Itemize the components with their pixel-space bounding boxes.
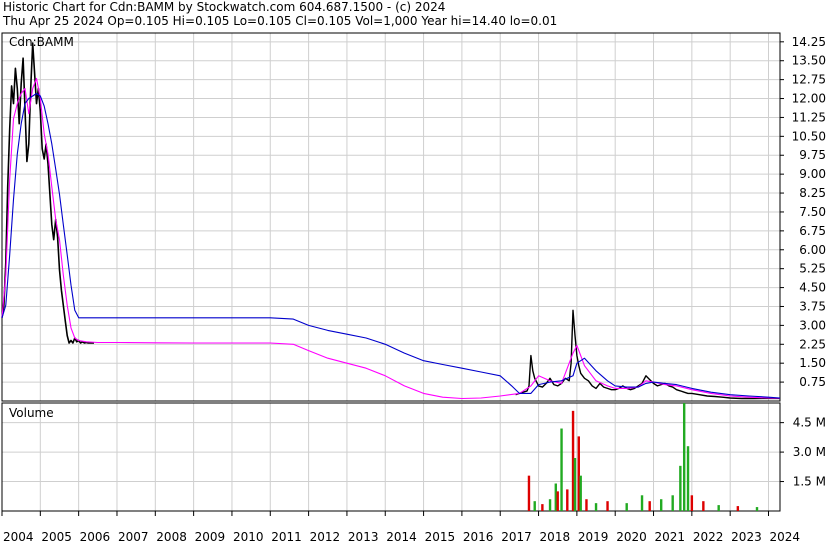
x-label-2024: 2024: [770, 530, 801, 543]
volume-bar-3: [548, 499, 552, 511]
price-panel-title: Cdn:BAMM: [9, 35, 74, 49]
x-label-2011: 2011: [271, 530, 302, 543]
volume-bar-17: [648, 501, 651, 511]
volume-bar-20: [679, 465, 682, 511]
price-axis-labels: 14.25 13.50 12.75 12.00 11.25 10.50 9.75 9.00 8.…: [780, 35, 826, 389]
y-label-0.75: 0.75: [799, 375, 826, 389]
volume-bar-0: [527, 475, 531, 511]
series-ma_short: [1, 77, 781, 400]
y-label-4.50: 4.50: [799, 281, 826, 295]
x-label-2006: 2006: [80, 530, 111, 543]
x-label-2016: 2016: [463, 530, 494, 543]
price-panel-frame: [1, 32, 781, 402]
x-label-2004: 2004: [3, 530, 34, 543]
vol-label-4.5 M: 4.5 M: [793, 416, 826, 430]
x-label-2015: 2015: [425, 530, 456, 543]
x-label-2012: 2012: [310, 530, 341, 543]
volume-bar-18: [659, 499, 663, 511]
x-label-2005: 2005: [41, 530, 72, 543]
horizontal-grid: [2, 41, 780, 483]
series-ma_long: [1, 92, 781, 399]
volume-axis-labels: 4.5 M 3.0 M 1.5 M: [780, 416, 826, 489]
volume-bar-19: [671, 495, 674, 511]
y-label-8.25: 8.25: [799, 186, 826, 200]
volume-bar-11: [579, 475, 582, 511]
y-label-6.75: 6.75: [799, 224, 826, 238]
y-label-11.25: 11.25: [792, 110, 826, 124]
y-label-13.50: 13.50: [792, 54, 826, 68]
volume-panel-frame: [1, 402, 781, 512]
x-label-2021: 2021: [655, 530, 686, 543]
y-label-14.25: 14.25: [792, 35, 826, 49]
x-label-2022: 2022: [693, 530, 724, 543]
year-axis-labels: 2004 2005 2006 2007 2008 2009 2010 2011 2012 2013…: [1, 511, 801, 543]
x-label-2009: 2009: [195, 530, 226, 543]
volume-bar-23: [690, 495, 694, 511]
volume-bar-2: [541, 504, 544, 511]
y-label-9.00: 9.00: [799, 167, 826, 181]
price-lines: [1, 42, 781, 400]
stock-chart: Cdn:BAMM Volume 14.25 13.50 12.75 12.00 11.2…: [1, 32, 826, 543]
volume-bar-7: [566, 489, 569, 511]
y-label-2.25: 2.25: [799, 337, 826, 351]
x-label-2010: 2010: [233, 530, 264, 543]
y-label-3.00: 3.00: [799, 318, 826, 332]
volume-bars: [527, 403, 759, 511]
volume-bar-24: [702, 501, 705, 511]
vol-label-1.5 M: 1.5 M: [793, 475, 826, 489]
volume-bar-26: [736, 506, 740, 511]
x-label-2018: 2018: [540, 530, 571, 543]
volume-bar-12: [585, 499, 588, 511]
vol-label-3.0 M: 3.0 M: [793, 445, 826, 459]
volume-bar-1: [533, 501, 536, 511]
volume-bar-5: [556, 491, 559, 511]
x-label-2023: 2023: [731, 530, 762, 543]
volume-bar-14: [606, 501, 609, 511]
volume-bar-6: [560, 428, 563, 511]
y-label-12.00: 12.00: [792, 92, 826, 106]
volume-bar-13: [594, 503, 598, 511]
y-label-1.50: 1.50: [799, 356, 826, 370]
vertical-grid: [39, 33, 770, 511]
y-label-7.50: 7.50: [799, 205, 826, 219]
x-label-2019: 2019: [578, 530, 609, 543]
volume-bar-9: [573, 457, 577, 511]
y-label-9.75: 9.75: [799, 148, 826, 162]
x-label-2017: 2017: [501, 530, 532, 543]
x-label-2020: 2020: [616, 530, 647, 543]
y-label-10.50: 10.50: [792, 129, 826, 143]
y-label-5.25: 5.25: [799, 262, 826, 276]
volume-bar-27: [755, 507, 759, 511]
volume-bar-25: [717, 505, 720, 511]
series-price_late: [515, 309, 780, 400]
volume-bar-21: [682, 403, 686, 511]
x-label-2007: 2007: [118, 530, 149, 543]
volume-bar-22: [686, 446, 690, 511]
volume-panel-title: Volume: [9, 406, 54, 420]
volume-bar-16: [640, 495, 644, 511]
y-label-12.75: 12.75: [792, 73, 826, 87]
y-label-3.75: 3.75: [799, 299, 826, 313]
x-label-2008: 2008: [156, 530, 187, 543]
y-label-6.00: 6.00: [799, 243, 826, 257]
volume-bar-15: [625, 503, 628, 511]
x-label-2014: 2014: [386, 530, 417, 543]
x-label-2013: 2013: [348, 530, 379, 543]
